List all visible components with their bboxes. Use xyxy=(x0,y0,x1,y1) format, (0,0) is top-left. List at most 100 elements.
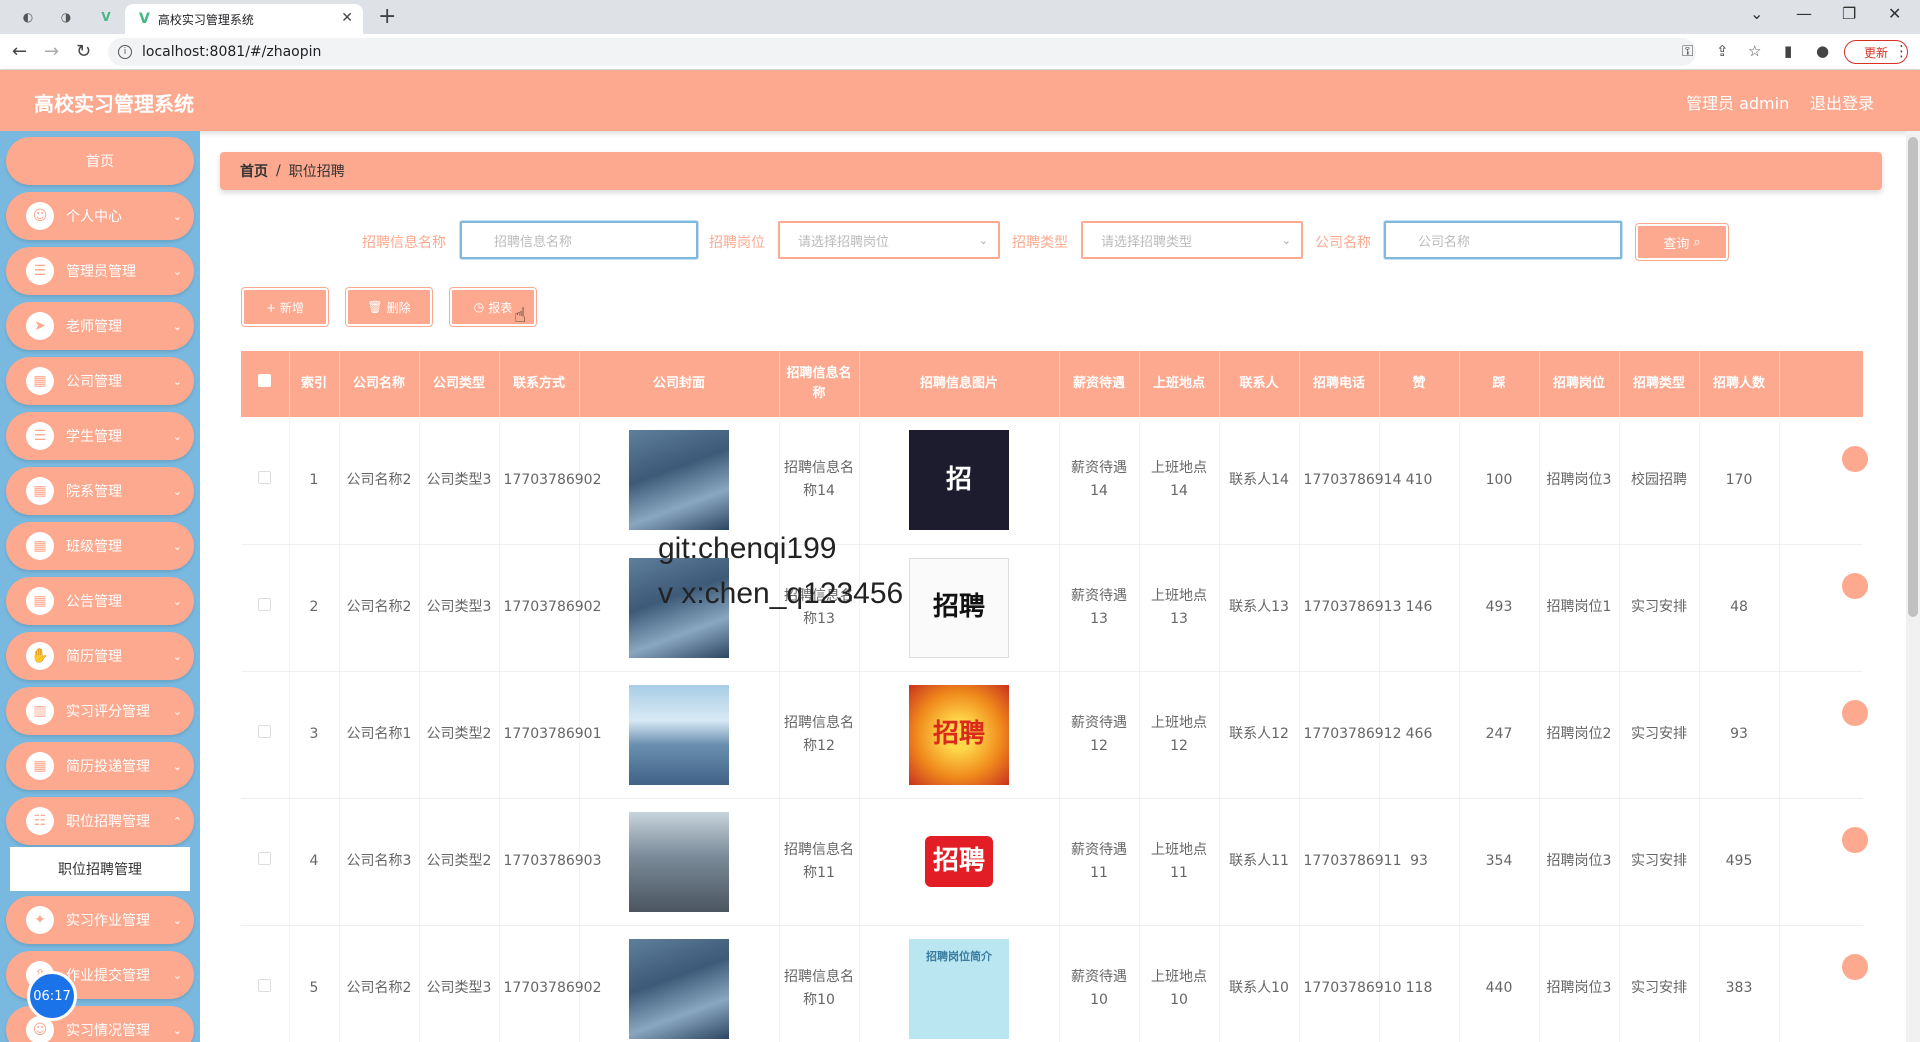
row-action-button[interactable] xyxy=(1842,573,1868,599)
sidebar-item-departments[interactable]: ▦ 院系管理 ⌄ xyxy=(6,467,194,515)
new-tab-icon[interactable]: + xyxy=(378,4,396,29)
sidebar-item-students[interactable]: ☰ 学生管理 ⌄ xyxy=(6,412,194,460)
cell-phone: 17703786911 xyxy=(1299,798,1401,926)
row-action-button[interactable] xyxy=(1842,446,1868,472)
search-company-input[interactable]: 公司名称 xyxy=(1384,221,1622,259)
cell-index: 5 xyxy=(289,925,340,1042)
sidebar-item-resumes[interactable]: ✋ 简历管理 ⌄ xyxy=(6,632,194,680)
browser-tab-active[interactable]: V 高校实习管理系统 ✕ xyxy=(125,4,363,34)
forward-icon[interactable]: → xyxy=(44,41,59,62)
app-header: 高校实习管理系统 管理员 admin 退出登录 xyxy=(0,70,1920,131)
cell-count: 170 xyxy=(1699,417,1780,545)
sidebar-item-job-recruitment[interactable]: ☷ 职位招聘管理 ⌃ xyxy=(6,797,194,845)
company-cover-image[interactable] xyxy=(629,938,729,1039)
company-cover-image[interactable] xyxy=(629,811,729,912)
sidebar-item-companies[interactable]: ▦ 公司管理 ⌄ xyxy=(6,357,194,405)
column-header: 踩 xyxy=(1459,351,1540,417)
cell-location: 上班地点13 xyxy=(1139,544,1220,672)
browser-extension-icon[interactable]: ◑ xyxy=(56,7,76,27)
row-action-button[interactable] xyxy=(1842,700,1868,726)
sidebar-item-teachers[interactable]: ➤ 老师管理 ⌄ xyxy=(6,302,194,350)
breadcrumb-separator: / xyxy=(276,163,281,179)
tab-close-icon[interactable]: ✕ xyxy=(341,10,353,26)
grid-icon: ▦ xyxy=(26,752,54,780)
reload-icon[interactable]: ↻ xyxy=(76,41,91,62)
sidebar-item-resume-delivery[interactable]: ▦ 简历投递管理 ⌄ xyxy=(6,742,194,790)
row-checkbox[interactable] xyxy=(241,544,290,672)
chevron-down-icon: ⌄ xyxy=(172,209,182,223)
row-checkbox[interactable] xyxy=(241,671,290,799)
search-icon: ⌕ xyxy=(1693,234,1701,250)
scrollbar-thumb[interactable] xyxy=(1908,137,1918,617)
recruitment-poster-image[interactable]: 招 xyxy=(909,430,1009,531)
sidebar-item-classes[interactable]: ▦ 班级管理 ⌄ xyxy=(6,522,194,570)
vue-tab-icon[interactable]: V xyxy=(96,7,116,27)
restore-icon[interactable]: ❐ xyxy=(1842,4,1856,23)
row-action-button[interactable] xyxy=(1842,954,1868,980)
search-name-label: 招聘信息名称 xyxy=(362,235,446,251)
cell-phone: 17703786913 xyxy=(1299,544,1401,672)
position-select-placeholder: 请选择招聘岗位 xyxy=(798,234,890,250)
sidebar-item-label: 简历投递管理 xyxy=(66,759,150,775)
star-icon[interactable]: ☆ xyxy=(1748,42,1761,60)
browser-address-bar: ← → ↻ i localhost:8081/#/zhaopin ⚿ ⇪ ☆ ▮… xyxy=(0,34,1920,70)
cell-contact: 17703786902 xyxy=(499,544,601,672)
back-icon[interactable]: ← xyxy=(12,41,27,62)
breadcrumb-home[interactable]: 首页 xyxy=(240,161,268,181)
sidebar-item-assignments[interactable]: ✦ 实习作业管理 ⌄ xyxy=(6,896,194,944)
sidebar-item-admins[interactable]: ☰ 管理员管理 ⌄ xyxy=(6,247,194,295)
site-info-icon[interactable]: i xyxy=(118,45,132,59)
row-action-button[interactable] xyxy=(1842,827,1868,853)
row-checkbox[interactable] xyxy=(241,798,290,926)
search-company-label: 公司名称 xyxy=(1315,235,1371,251)
cell-salary: 薪资待遇10 xyxy=(1059,925,1140,1042)
share-icon[interactable]: ⇪ xyxy=(1716,42,1729,60)
url-field[interactable]: i localhost:8081/#/zhaopin xyxy=(108,38,1696,66)
select-all-checkbox[interactable] xyxy=(241,351,290,417)
row-checkbox[interactable] xyxy=(241,417,290,545)
delete-button[interactable]: 🗑 删除 xyxy=(346,288,432,326)
cell-salary: 薪资待遇13 xyxy=(1059,544,1140,672)
cell-recruit-type: 校园招聘 xyxy=(1619,417,1700,545)
sidebar-subitem-job-recruitment[interactable]: 职位招聘管理 xyxy=(10,847,190,891)
logout-link[interactable]: 退出登录 xyxy=(1810,90,1874,114)
sidebar-item-scores[interactable]: ▥ 实习评分管理 ⌄ xyxy=(6,687,194,735)
recruitment-poster-image[interactable]: 招聘 xyxy=(909,557,1009,658)
minimize-icon[interactable]: — xyxy=(1796,4,1812,23)
cell-location: 上班地点11 xyxy=(1139,798,1220,926)
cell-person: 联系人14 xyxy=(1219,417,1300,545)
search-name-input[interactable]: 招聘信息名称 xyxy=(460,221,698,259)
page-scrollbar[interactable] xyxy=(1906,131,1920,1042)
tab-search-icon[interactable]: ⌄ xyxy=(1750,4,1763,23)
key-icon[interactable]: ⚿ xyxy=(1682,42,1693,60)
query-button[interactable]: 查询 ⌕ xyxy=(1636,224,1728,260)
company-cover-image[interactable] xyxy=(629,430,729,531)
browser-menu-icon[interactable]: ⋮ xyxy=(1894,42,1909,60)
cell-company: 公司名称2 xyxy=(339,544,420,672)
company-cover-image[interactable] xyxy=(629,684,729,785)
add-button[interactable]: + 新增 xyxy=(242,288,328,326)
cell-poster: 招 xyxy=(859,417,1060,545)
row-checkbox[interactable] xyxy=(241,925,290,1042)
search-type-label: 招聘类型 xyxy=(1012,235,1068,251)
type-select[interactable]: 请选择招聘类型 ⌄ xyxy=(1081,221,1303,259)
sidebar-item-personal[interactable]: ☺ 个人中心 ⌄ xyxy=(6,192,194,240)
recruitment-poster-image[interactable]: 招聘 xyxy=(909,684,1009,785)
window-close-icon[interactable]: ✕ xyxy=(1888,4,1901,23)
search-position-label: 招聘岗位 xyxy=(709,235,765,251)
chevron-down-icon: ⌄ xyxy=(172,429,182,443)
recruitment-poster-image[interactable]: 招聘岗位简介 xyxy=(909,938,1009,1039)
position-select[interactable]: 请选择招聘岗位 ⌄ xyxy=(778,221,1000,259)
browser-extension-icon[interactable]: ◐ xyxy=(18,7,38,27)
sidebar-item-home[interactable]: 首页 xyxy=(6,137,194,185)
recruitment-poster-image[interactable]: 招聘 xyxy=(909,811,1009,912)
chevron-down-icon: ⌄ xyxy=(172,913,182,927)
profile-icon[interactable]: ● xyxy=(1816,42,1829,60)
cell-company: 公司名称3 xyxy=(339,798,420,926)
chevron-down-icon: ⌄ xyxy=(172,704,182,718)
sidebar-item-label: 公告管理 xyxy=(66,594,122,610)
sidepanel-icon[interactable]: ▮ xyxy=(1784,42,1792,60)
chevron-down-icon: ⌄ xyxy=(172,968,182,982)
watermark-line: v x:chen_q123456 xyxy=(658,577,904,610)
sidebar-item-announcements[interactable]: ▦ 公告管理 ⌄ xyxy=(6,577,194,625)
